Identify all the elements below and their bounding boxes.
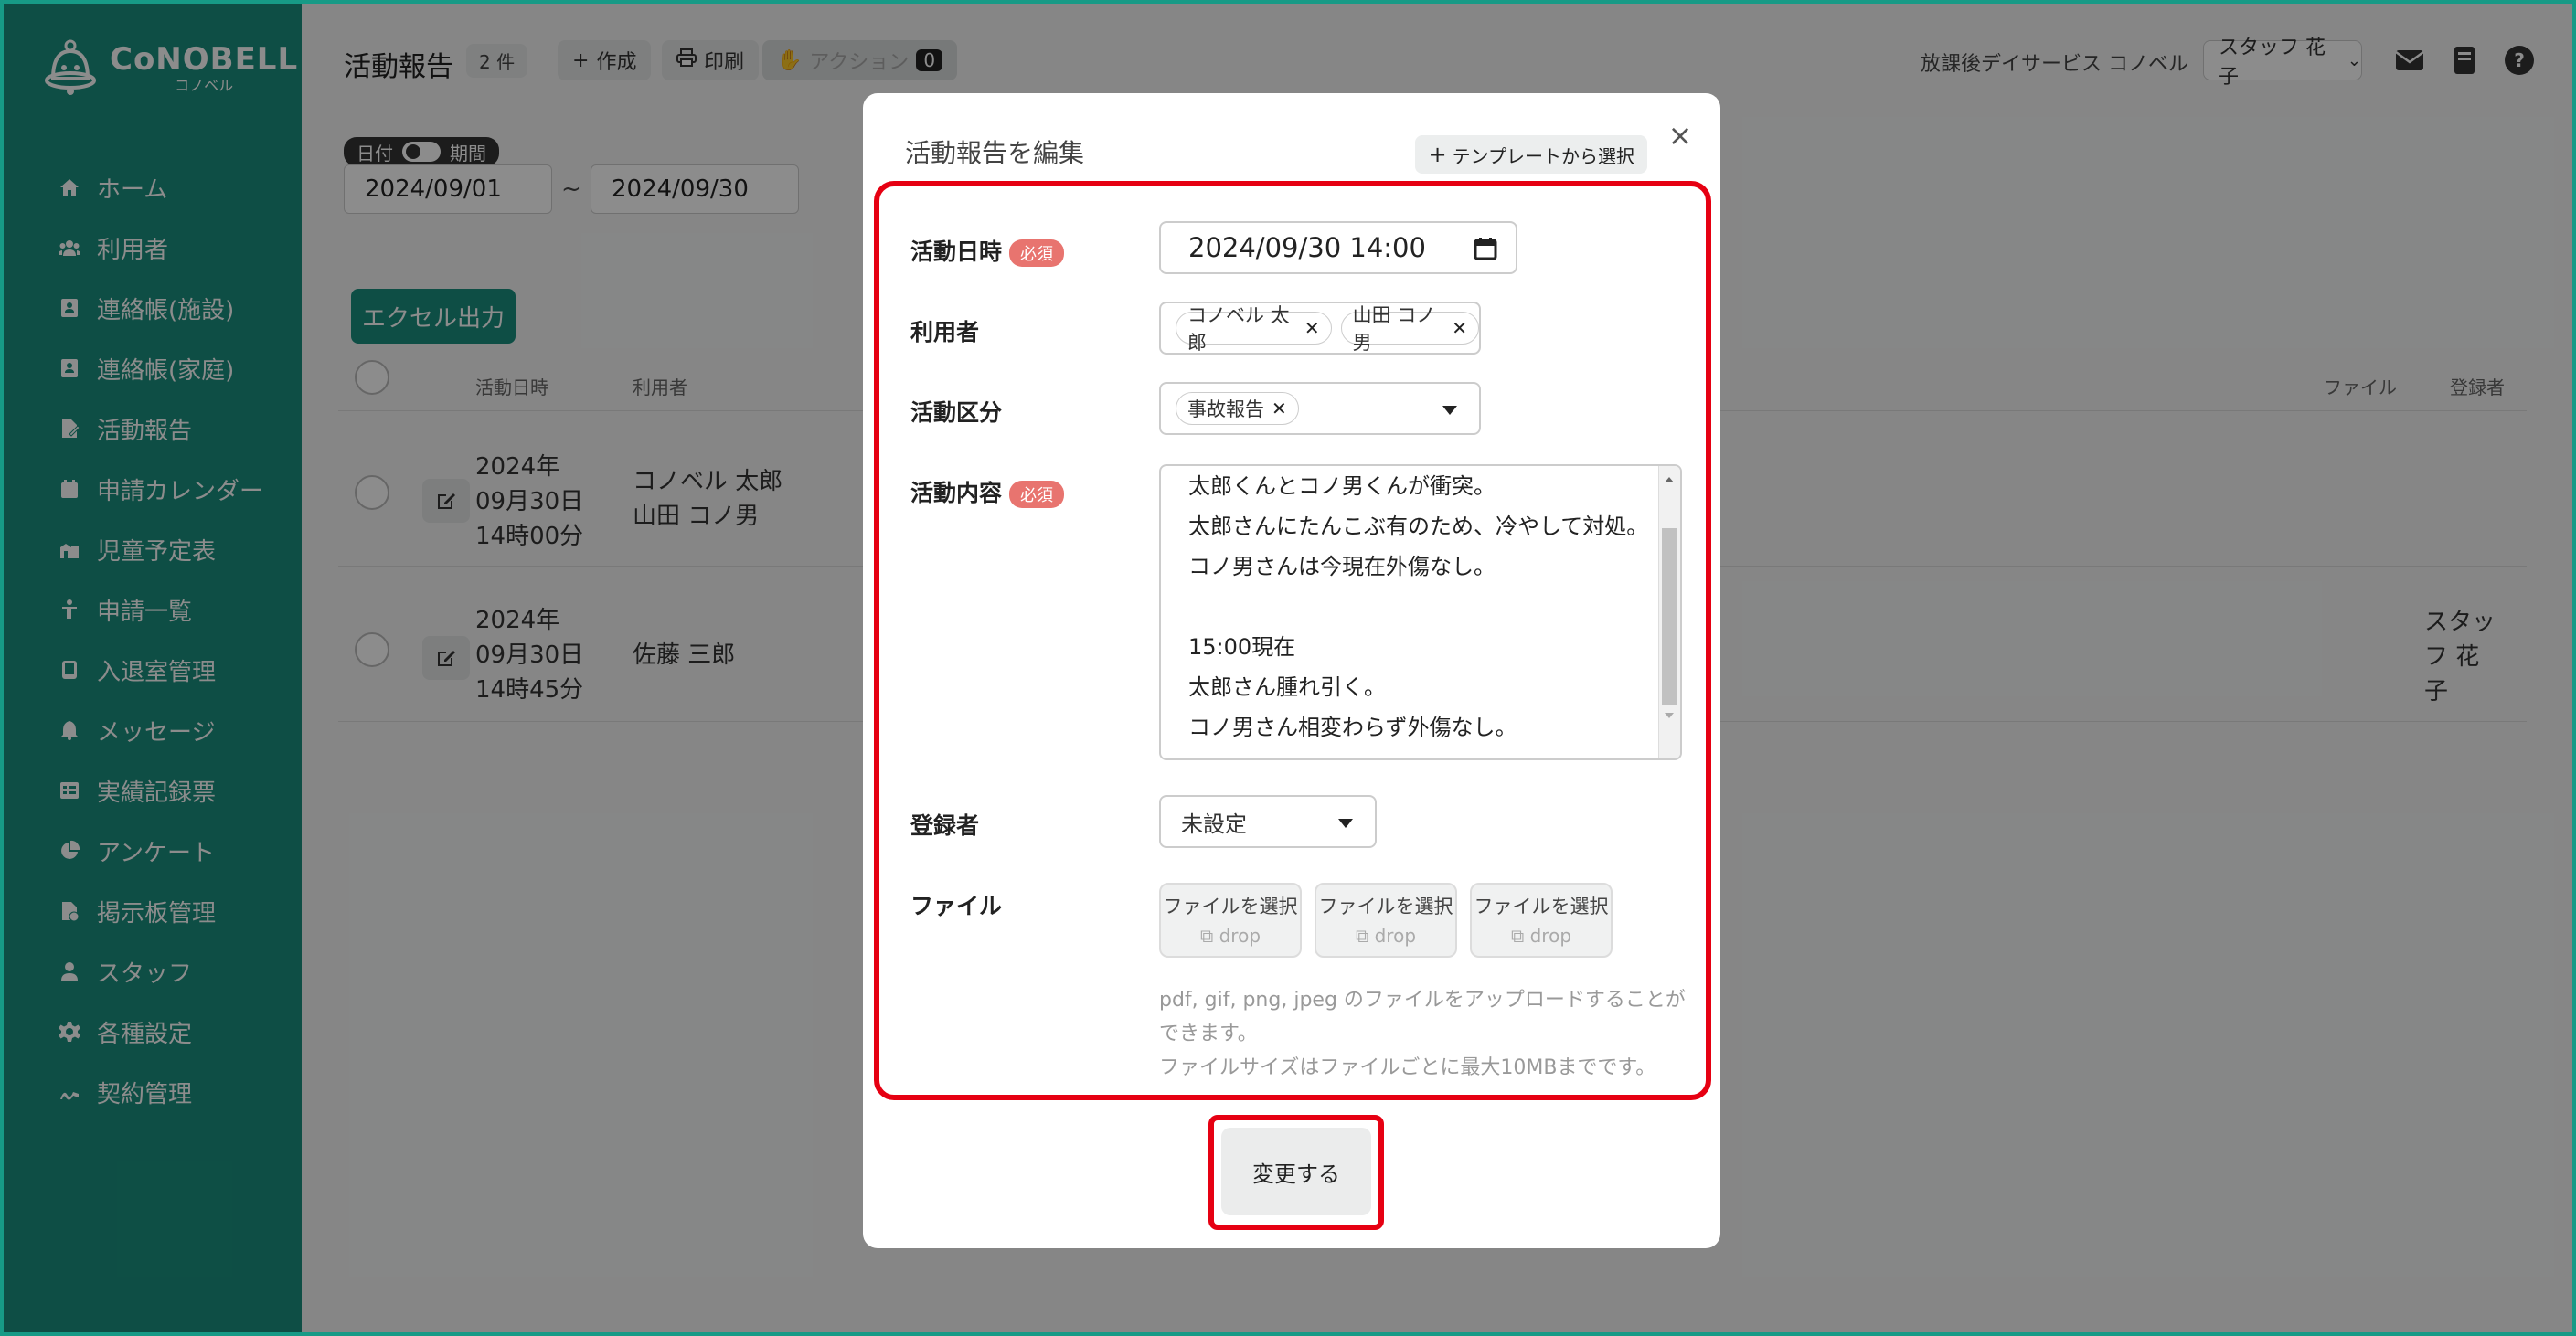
calendar-icon[interactable] <box>1474 237 1497 260</box>
user-chip: コノベル 太郎 ✕ <box>1176 304 1332 354</box>
drop-icon: ⧉ <box>1510 925 1530 947</box>
close-icon[interactable]: × <box>1664 118 1697 153</box>
remove-chip-icon[interactable]: ✕ <box>1452 317 1467 339</box>
drop-icon: ⧉ <box>1199 925 1219 947</box>
content-text: 太郎くんとコノ男くんが衝突。 太郎さんにたんこぶ有のため、冷やして対処。 コノ男… <box>1188 473 1649 740</box>
users-label: 利用者 <box>910 319 980 345</box>
file-upload-note: pdf, gif, png, jpeg のファイルをアップロードすることができま… <box>1159 989 1686 1079</box>
user-chip: 山田 コノ男 ✕ <box>1340 304 1479 354</box>
plus-icon: + <box>1428 142 1447 167</box>
required-badge: 必須 <box>1009 239 1065 267</box>
users-multiselect[interactable]: コノベル 太郎 ✕ 山田 コノ男 ✕ <box>1159 302 1481 355</box>
required-badge: 必須 <box>1009 481 1065 508</box>
content-label: 活動内容 必須 <box>910 475 1065 508</box>
dropdown-caret-icon <box>1442 406 1457 415</box>
file-select-button[interactable]: ファイルを選択 ⧉ drop <box>1315 883 1457 958</box>
modal-title: 活動報告を編集 <box>905 138 1085 168</box>
file-select-button[interactable]: ファイルを選択 ⧉ drop <box>1159 883 1302 958</box>
scrollbar[interactable] <box>1658 466 1680 758</box>
submit-change-button[interactable]: 変更する <box>1221 1128 1371 1215</box>
scroll-down-icon[interactable] <box>1665 713 1674 718</box>
file-label: ファイル <box>910 893 1003 919</box>
remove-chip-icon[interactable]: ✕ <box>1272 398 1287 419</box>
scroll-thumb[interactable] <box>1662 528 1677 705</box>
select-template-button[interactable]: + テンプレートから選択 <box>1415 135 1647 174</box>
datetime-label: 活動日時 必須 <box>910 234 1065 267</box>
category-label: 活動区分 <box>910 399 1003 426</box>
category-chip: 事故報告 ✕ <box>1176 392 1299 425</box>
dropdown-caret-icon <box>1338 819 1353 828</box>
file-select-button[interactable]: ファイルを選択 ⧉ drop <box>1470 883 1613 958</box>
edit-activity-report-modal: 活動報告を編集 + テンプレートから選択 × 活動日時 必須 2024/09/30… <box>863 93 1720 1248</box>
drop-icon: ⧉ <box>1355 925 1375 947</box>
scroll-up-icon[interactable] <box>1665 477 1674 482</box>
activity-content-textarea[interactable]: 太郎くんとコノ男くんが衝突。 太郎さんにたんこぶ有のため、冷やして対処。 コノ男… <box>1159 464 1682 760</box>
remove-chip-icon[interactable]: ✕ <box>1304 317 1320 339</box>
category-select[interactable]: 事故報告 ✕ <box>1159 382 1481 435</box>
app-window: CoNOBELL コノベル ホーム 利用者 連絡帳(施設) 連絡帳(家庭) 活動… <box>0 0 2576 1336</box>
registrant-select[interactable]: 未設定 <box>1159 795 1377 848</box>
registrant-label: 登録者 <box>910 812 980 839</box>
activity-datetime-input[interactable]: 2024/09/30 14:00 <box>1159 221 1517 274</box>
